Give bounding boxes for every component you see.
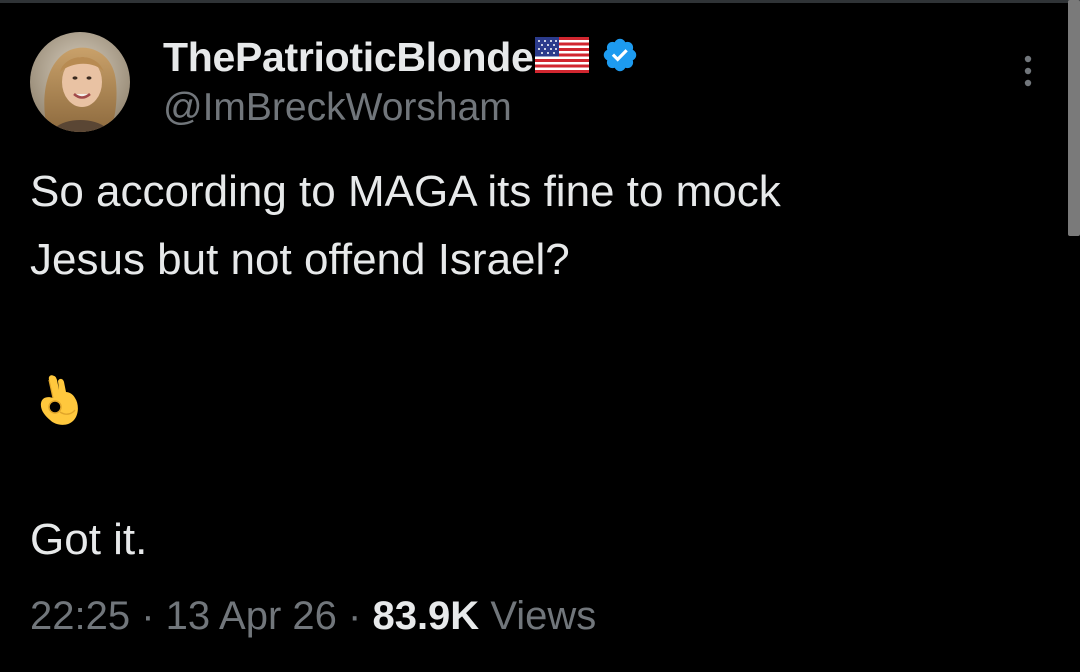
tweet-text-line: Got it. xyxy=(30,515,148,564)
tweet-text-line: So according to MAGA its fine to mock xyxy=(30,167,781,216)
scrollbar[interactable] xyxy=(1068,0,1080,236)
more-options-icon[interactable] xyxy=(1010,52,1046,92)
tweet-detail: ThePatrioticBlonde @ImBreckWorsham So ac… xyxy=(0,0,1080,672)
tweet-meta: 22:25 · 13 Apr 26 · 83.9K Views xyxy=(30,588,596,644)
avatar[interactable] xyxy=(30,32,130,132)
top-divider xyxy=(0,0,1080,3)
ok-hand-emoji-icon xyxy=(38,372,80,430)
tweet-text-line: Jesus but not offend Israel? xyxy=(30,235,570,284)
verified-badge-icon[interactable] xyxy=(601,36,639,79)
meta-separator: · xyxy=(130,594,166,638)
name-row[interactable]: ThePatrioticBlonde xyxy=(163,30,639,84)
tweet-date[interactable]: 13 Apr 26 xyxy=(166,594,337,638)
views-count[interactable]: 83.9K xyxy=(372,594,479,638)
display-name[interactable]: ThePatrioticBlonde xyxy=(163,34,534,81)
tweet-time[interactable]: 22:25 xyxy=(30,594,130,638)
user-handle[interactable]: @ImBreckWorsham xyxy=(163,86,512,130)
views-label: Views xyxy=(479,594,597,638)
us-flag-icon xyxy=(535,36,590,78)
meta-separator: · xyxy=(336,594,373,638)
